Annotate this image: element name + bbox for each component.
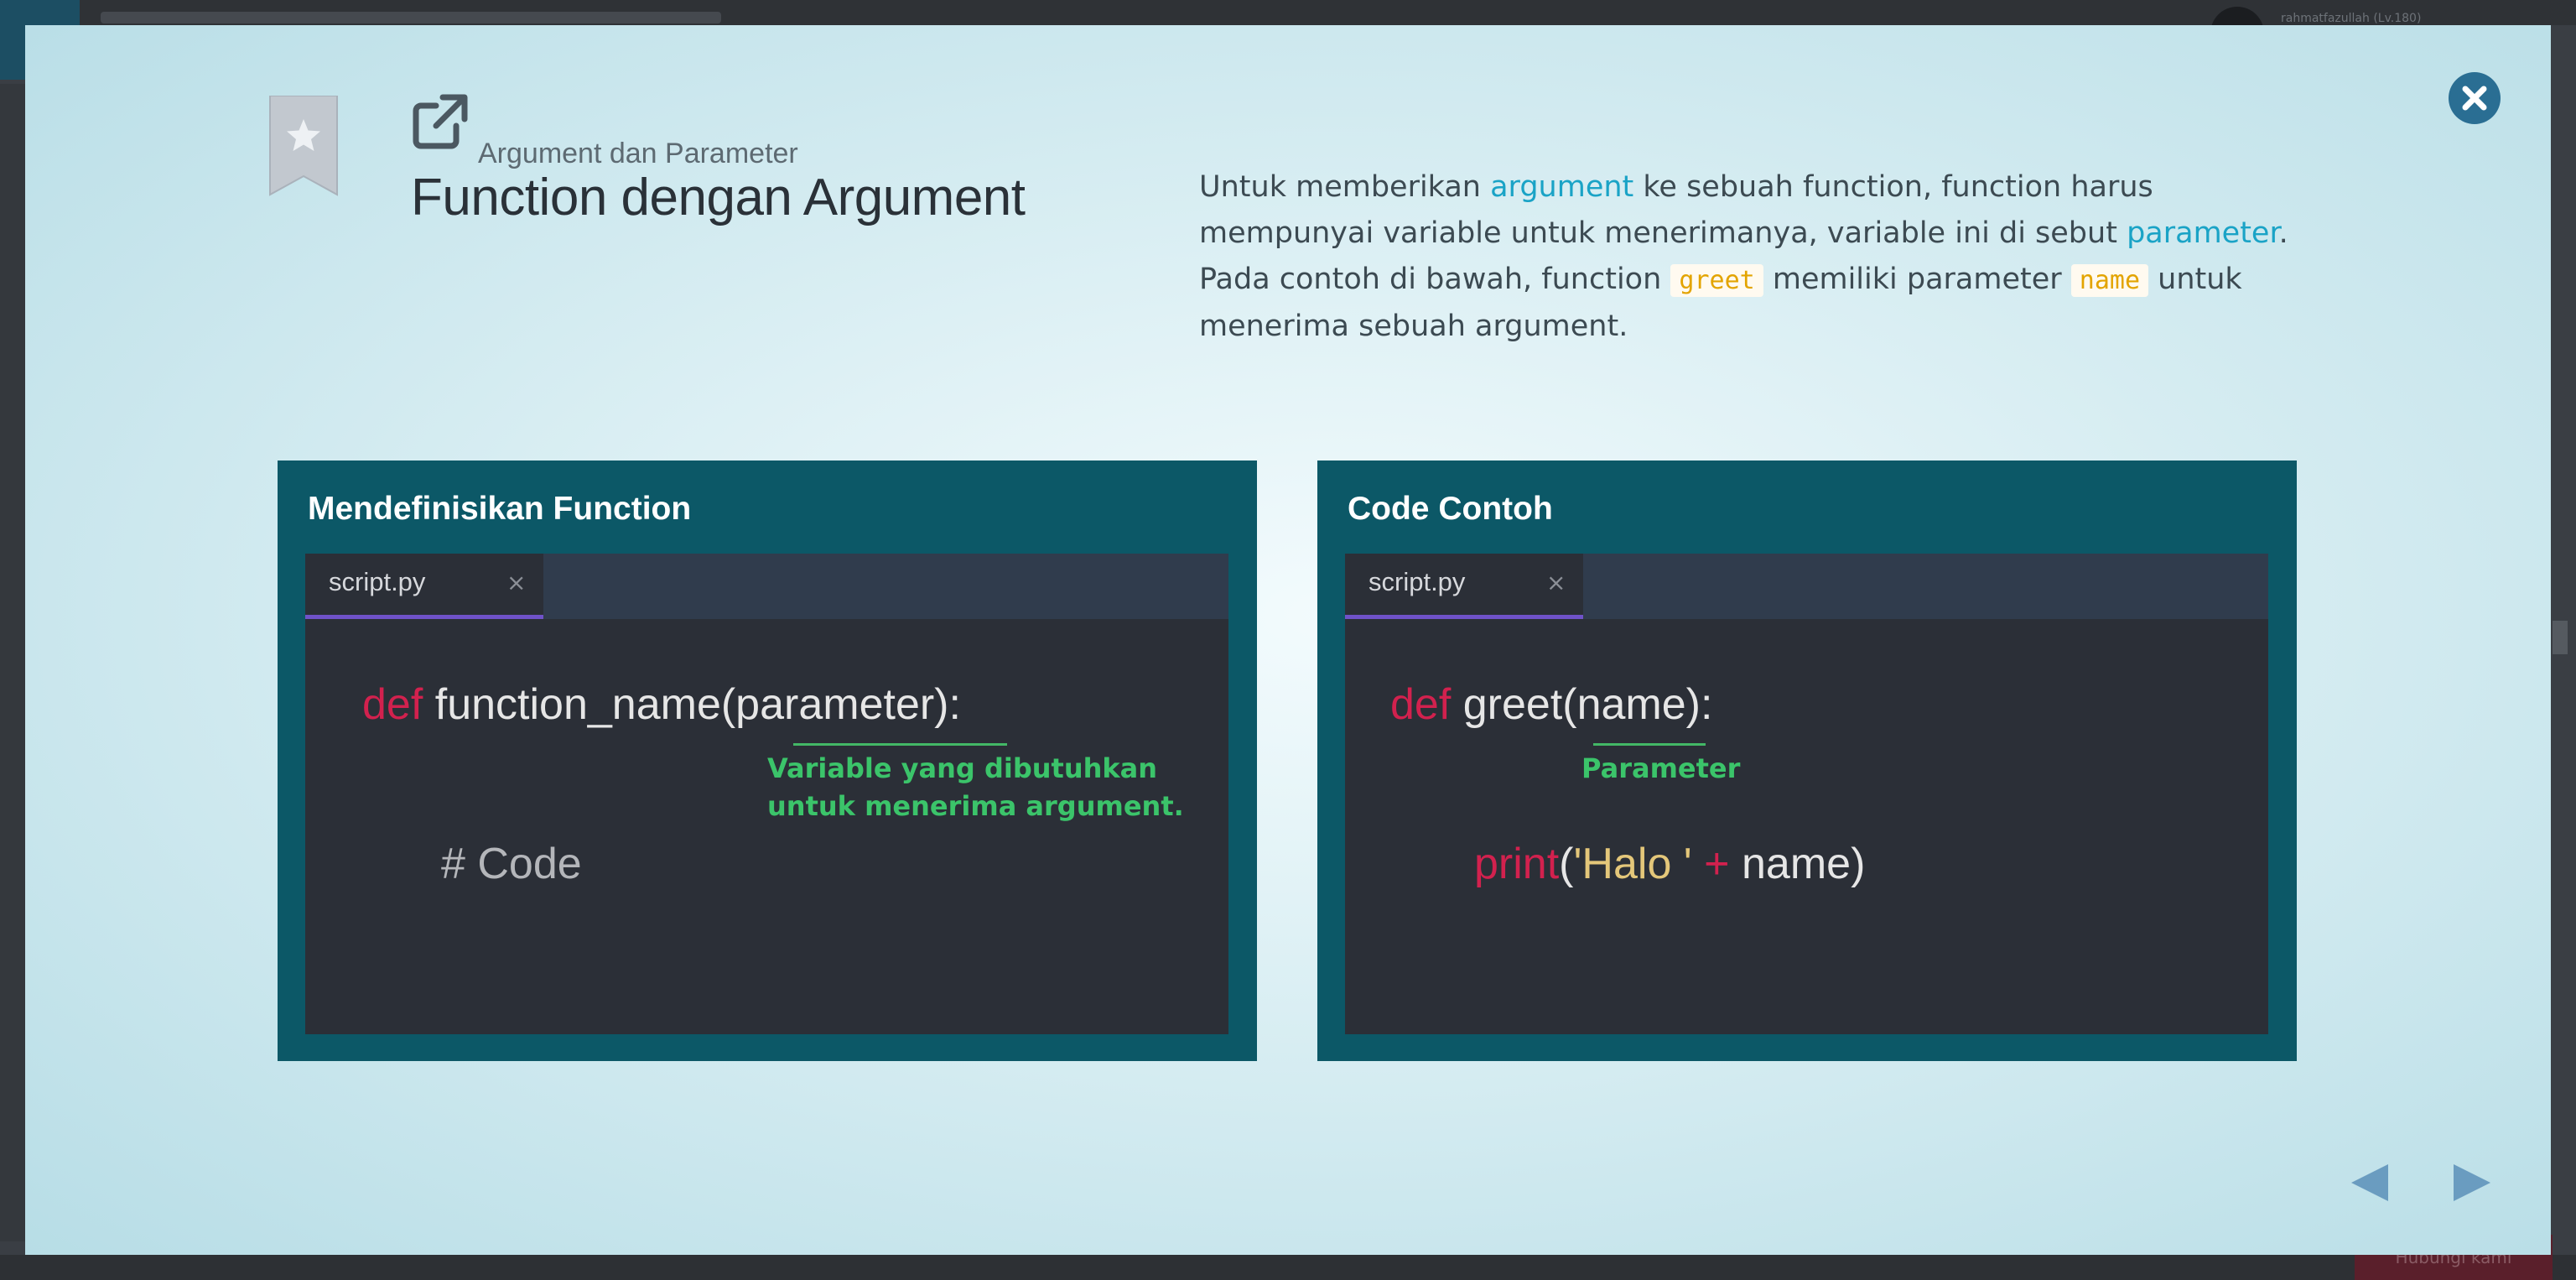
keyword-print: print (1474, 840, 1560, 888)
close-icon (2462, 86, 2487, 111)
annotation-line: untuk menerima argument. (767, 790, 1184, 822)
close-button[interactable] (2449, 72, 2501, 124)
tab-label: script.py (329, 567, 426, 596)
inline-code-name: name (2070, 264, 2149, 297)
editor-tabbar: script.py × (1345, 554, 2268, 619)
lesson-description: Untuk memberikan argument ke sebuah func… (1199, 164, 2289, 350)
page-title: Function dengan Argument (411, 169, 1026, 226)
prev-arrow-icon[interactable] (2348, 1161, 2392, 1205)
background-sidebar (0, 84, 25, 1241)
lesson-modal: Argument dan Parameter Function dengan A… (25, 25, 2551, 1255)
panel-title: Mendefinisikan Function (308, 491, 692, 527)
background-search-bar (101, 12, 721, 23)
code-text: greet(name): (1451, 680, 1713, 729)
background-username: rahmatfazullah (Lv.180) (2281, 12, 2422, 25)
code-line-comment: # Code (441, 840, 582, 888)
desc-text: Untuk memberikan (1199, 170, 1491, 204)
parameter-underline (793, 743, 1007, 746)
tab-close-icon[interactable]: × (1546, 569, 1566, 596)
code-editor: script.py × def function_name(parameter)… (305, 554, 1228, 1034)
code-text: function_name(parameter): (423, 680, 961, 729)
tab-script-py[interactable]: script.py × (305, 554, 543, 619)
next-arrow-icon[interactable] (2450, 1161, 2494, 1205)
inline-code-greet: greet (1670, 264, 1763, 297)
desc-text: memiliki parameter (1763, 263, 2071, 296)
argument-link[interactable]: argument (1490, 170, 1633, 204)
annotation: Variable yang dibutuhkan untuk menerima … (767, 750, 1184, 825)
annotation: Parameter (1581, 752, 1741, 784)
panel-example-code: Code Contoh script.py × def greet(name):… (1317, 460, 2297, 1061)
code-editor: script.py × def greet(name): Parameter p… (1345, 554, 2268, 1034)
annotation-line: Variable yang dibutuhkan (767, 752, 1158, 784)
background-bottombar (0, 1255, 2576, 1280)
tab-script-py[interactable]: script.py × (1345, 554, 1583, 619)
keyword-def: def (1390, 680, 1452, 729)
editor-tabbar: script.py × (305, 554, 1228, 619)
panel-define-function: Mendefinisikan Function script.py × def … (278, 460, 1257, 1061)
panel-title: Code Contoh (1348, 491, 1553, 527)
code-line-print: print('Halo ' + name) (1474, 839, 1865, 889)
keyword-def: def (362, 680, 423, 729)
code-line-def: def greet(name): (1390, 679, 1712, 730)
parameter-underline (1593, 743, 1706, 746)
background-scrollbar (2553, 621, 2568, 654)
string-literal: 'Halo ' (1573, 840, 1692, 888)
code-text: name) (1742, 840, 1866, 888)
bookmark-star-icon[interactable] (268, 96, 339, 196)
breadcrumb-label: Argument dan Parameter (478, 138, 798, 169)
parameter-link[interactable]: parameter (2127, 216, 2279, 250)
code-text: ( (1559, 840, 1574, 888)
external-link-icon[interactable] (411, 92, 470, 151)
operator-plus: + (1691, 840, 1742, 888)
tab-close-icon[interactable]: × (506, 569, 526, 596)
tab-label: script.py (1368, 567, 1466, 596)
code-line-def: def function_name(parameter): (362, 679, 961, 730)
